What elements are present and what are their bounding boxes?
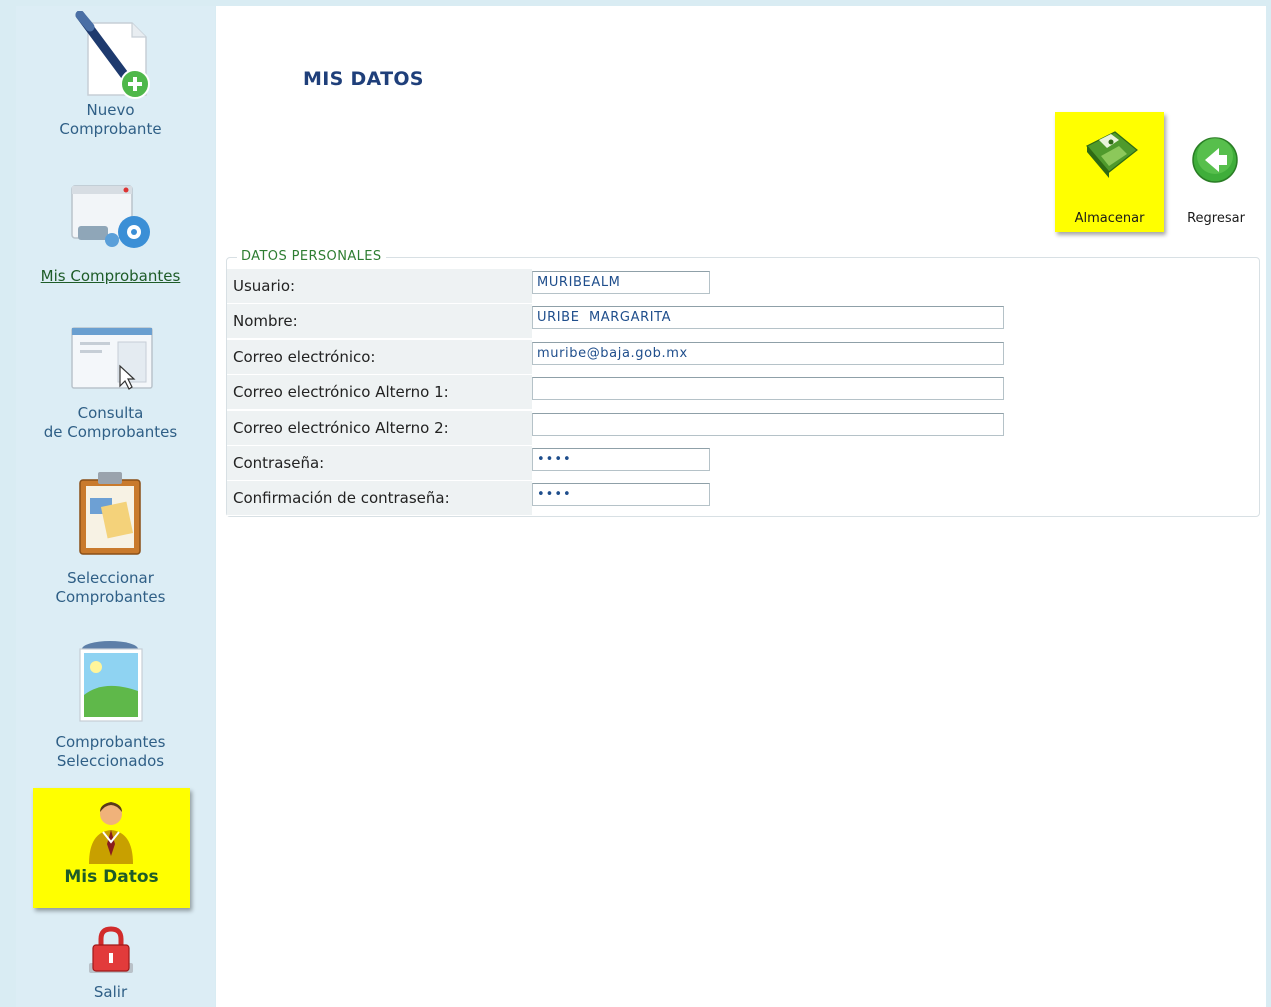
save-button-label: Almacenar [1074, 211, 1145, 226]
sidebar-item-salir[interactable]: Salir [16, 921, 205, 1007]
sidebar-item-label: de Comprobantes [43, 423, 178, 441]
field-label: Correo electrónico Alterno 2: [233, 419, 449, 437]
field-label: Contraseña: [233, 454, 325, 472]
sidebar-item-nuevo-comprobante[interactable]: Nuevo Comprobante [16, 6, 205, 146]
sidebar-item-label: Mis Datos [64, 867, 159, 887]
back-button-label: Regresar [1187, 211, 1245, 226]
window-cursor-icon [68, 322, 158, 399]
email-field[interactable] [532, 342, 1004, 365]
alt-email-2-field[interactable] [532, 413, 1004, 436]
usuario-field[interactable] [532, 271, 710, 294]
field-label: Confirmación de contraseña: [233, 489, 450, 507]
lock-icon [85, 925, 137, 984]
form-row-confirmacion: Confirmación de contraseña: [227, 481, 1257, 516]
user-icon [81, 798, 141, 871]
password-field[interactable] [532, 448, 710, 471]
save-button[interactable]: Almacenar [1055, 112, 1164, 232]
sidebar-item-label: Comprobante [59, 120, 162, 138]
sidebar-item-label: Comprobantes [55, 588, 166, 606]
sidebar-item-consulta-de-comprobantes[interactable]: Consulta de Comprobantes [16, 316, 205, 446]
sidebar-item-label: Comprobantes [55, 733, 166, 751]
main-panel: MIS DATOS Almacenar Regresar DATOS PERSO… [216, 6, 1266, 1007]
floppy-disk-icon [1081, 126, 1141, 186]
new-document-pen-icon [74, 10, 158, 104]
sidebar-item-label: Consulta [77, 404, 144, 422]
field-label: Usuario: [233, 277, 296, 295]
alt-email-1-field[interactable] [532, 377, 1004, 400]
sidebar-item-mis-comprobantes[interactable]: Mis Comprobantes [16, 176, 205, 296]
field-label: Nombre: [233, 312, 298, 330]
sidebar-item-comprobantes-seleccionados[interactable]: Comprobantes Seleccionados [16, 631, 205, 771]
arrow-left-icon [1191, 136, 1239, 188]
form-row-nombre: Nombre: [227, 304, 1257, 339]
page-title: MIS DATOS [303, 68, 424, 90]
sidebar-item-mis-datos[interactable]: Mis Datos [33, 788, 190, 908]
section-legend: DATOS PERSONALES [237, 249, 386, 264]
sidebar-item-seleccionar-comprobantes[interactable]: Seleccionar Comprobantes [16, 466, 205, 606]
landscape-window-icon [74, 635, 150, 730]
nombre-field[interactable] [532, 306, 1004, 329]
form-row-contrasena: Contraseña: [227, 446, 1257, 481]
form-row-correo-alterno-1: Correo electrónico Alterno 1: [227, 375, 1257, 410]
sidebar: Nuevo Comprobante Mis Comprobantes Consu… [16, 6, 215, 1007]
window-gear-icon [68, 182, 158, 259]
field-label: Correo electrónico: [233, 348, 376, 366]
sidebar-item-label: Nuevo [86, 101, 135, 119]
sidebar-item-label: Salir [93, 983, 128, 1001]
form-row-usuario: Usuario: [227, 269, 1257, 304]
form-row-correo-alterno-2: Correo electrónico Alterno 2: [227, 411, 1257, 446]
confirm-password-field[interactable] [532, 483, 710, 506]
clipboard-icon [74, 468, 150, 563]
form-row-correo: Correo electrónico: [227, 340, 1257, 375]
sidebar-item-label: Mis Comprobantes [40, 267, 181, 285]
field-label: Correo electrónico Alterno 1: [233, 383, 449, 401]
back-button[interactable]: Regresar [1176, 112, 1256, 232]
sidebar-item-label: Seleccionados [56, 752, 165, 770]
sidebar-item-label: Seleccionar [67, 569, 154, 587]
